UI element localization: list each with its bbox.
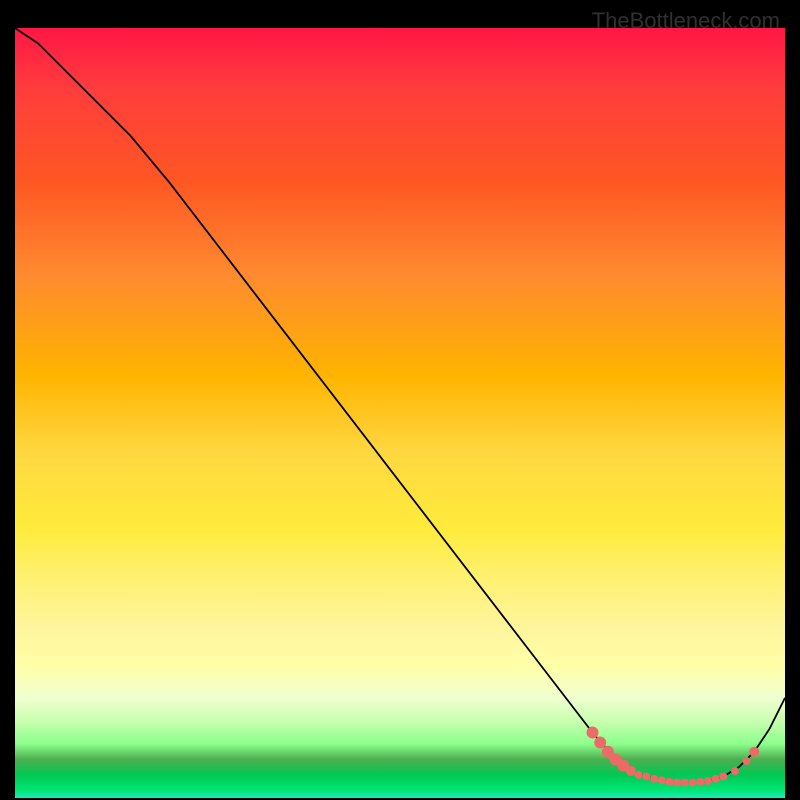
data-point <box>642 772 650 780</box>
data-point <box>635 771 643 779</box>
data-point <box>658 776 666 784</box>
data-point <box>689 779 697 787</box>
data-point <box>587 727 599 739</box>
data-point <box>743 757 751 765</box>
data-point <box>673 779 681 787</box>
data-point <box>704 777 712 785</box>
data-point <box>626 766 636 776</box>
data-point <box>594 737 606 749</box>
data-point <box>666 778 674 786</box>
data-points-group <box>587 727 760 787</box>
chart-area <box>15 28 785 798</box>
bottleneck-curve-line <box>15 28 785 783</box>
attribution-text: TheBottleneck.com <box>592 8 780 34</box>
data-point <box>719 772 727 780</box>
data-point <box>712 775 720 783</box>
data-point <box>731 767 739 775</box>
data-point <box>749 747 759 757</box>
chart-svg <box>15 28 785 798</box>
data-point <box>696 778 704 786</box>
data-point <box>681 779 689 787</box>
data-point <box>650 775 658 783</box>
